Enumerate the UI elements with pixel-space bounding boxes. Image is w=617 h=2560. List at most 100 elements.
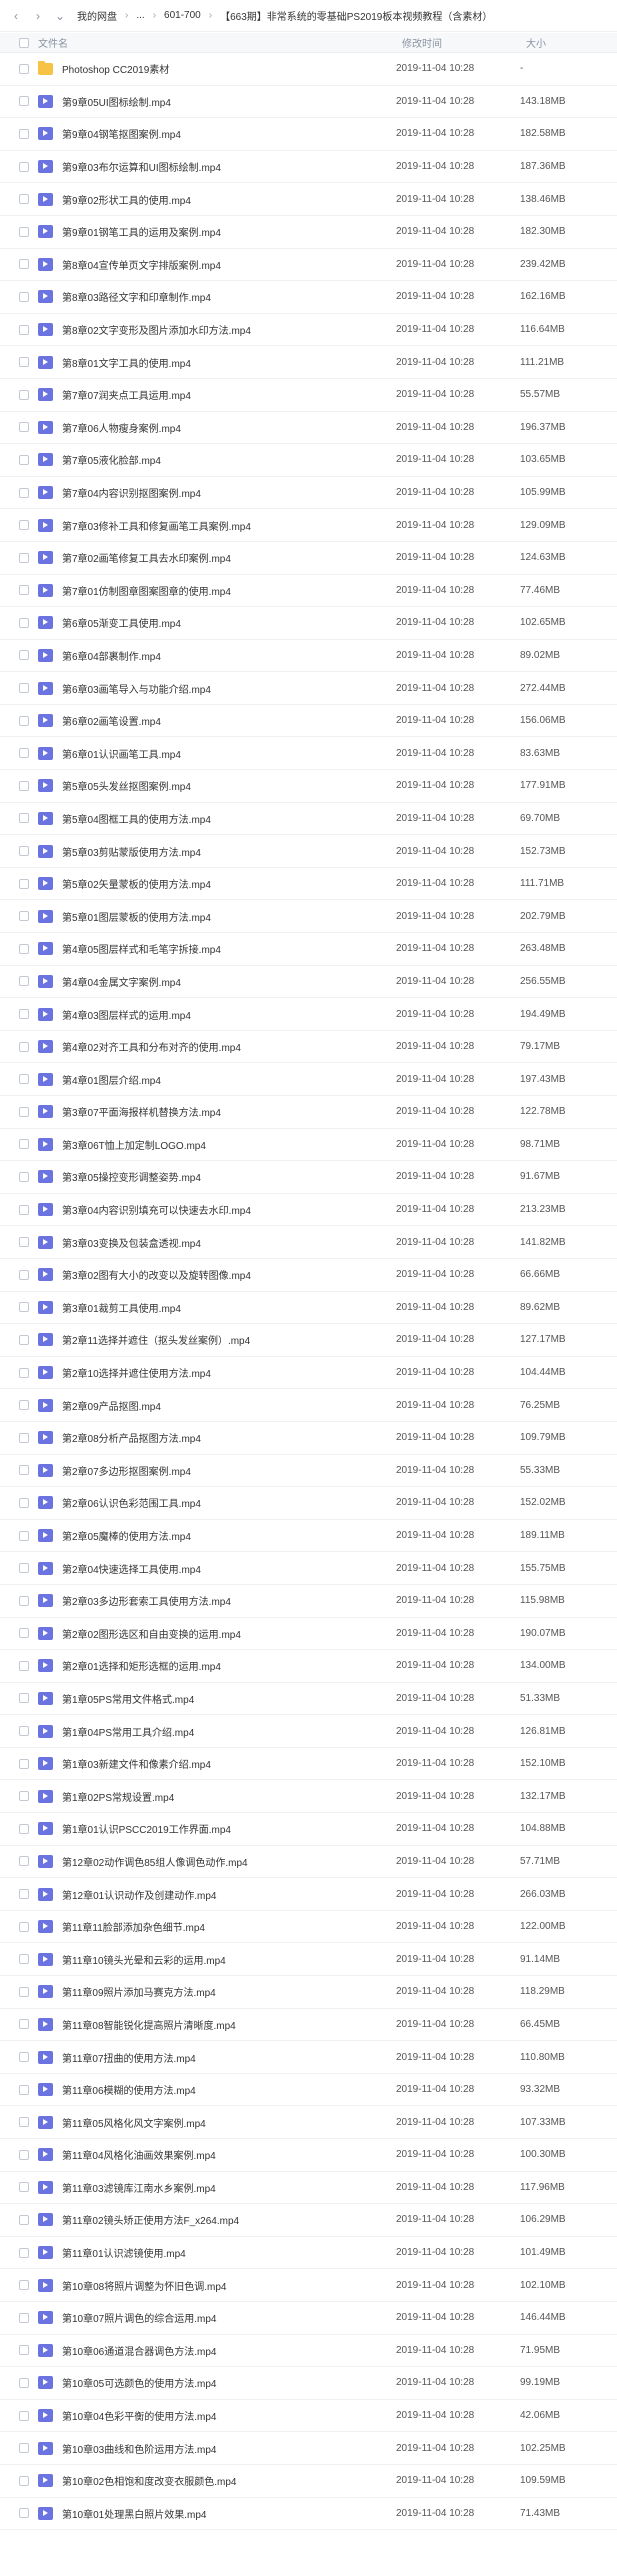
row-checkbox[interactable] xyxy=(19,389,29,400)
file-name[interactable]: 第1章05PS常用文件格式.mp4 xyxy=(56,1691,396,1706)
table-row[interactable]: 第5章03剪贴蒙版使用方法.mp4 2019-11-04 10:28 152.73M… xyxy=(0,835,617,868)
file-name[interactable]: 第10章05可选颜色的使用方法.mp4 xyxy=(56,2375,396,2390)
file-name[interactable]: 第2章07多边形抠图案例.mp4 xyxy=(56,1463,396,1478)
file-name[interactable]: 第9章04钢笔抠图案例.mp4 xyxy=(56,126,396,141)
table-row[interactable]: 第1章05PS常用文件格式.mp4 2019-11-04 10:28 51.33MB xyxy=(0,1683,617,1716)
row-checkbox[interactable] xyxy=(19,128,29,139)
file-name[interactable]: 第3章04内容识别填充可以快速去水印.mp4 xyxy=(56,1202,396,1217)
file-name[interactable]: 第10章03曲线和色阶运用方法.mp4 xyxy=(56,2441,396,2456)
table-row[interactable]: 第3章04内容识别填充可以快速去水印.mp4 2019-11-04 10:28 21… xyxy=(0,1194,617,1227)
row-checkbox[interactable] xyxy=(19,2410,29,2421)
row-checkbox[interactable] xyxy=(19,96,29,107)
file-name[interactable]: 第5章01图层蒙板的使用方法.mp4 xyxy=(56,909,396,924)
row-checkbox[interactable] xyxy=(19,683,29,694)
row-checkbox[interactable] xyxy=(19,2280,29,2291)
table-row[interactable]: 第7章05液化脸部.mp4 2019-11-04 10:28 103.65MB xyxy=(0,444,617,477)
row-checkbox[interactable] xyxy=(19,259,29,270)
table-row[interactable]: 第9章05UI图标绘制.mp4 2019-11-04 10:28 143.18MB xyxy=(0,86,617,119)
row-checkbox[interactable] xyxy=(19,813,29,824)
row-checkbox[interactable] xyxy=(19,2247,29,2258)
file-name[interactable]: 第8章04宣传单页文字排版案例.mp4 xyxy=(56,257,396,272)
table-row[interactable]: 第6章04部裹制作.mp4 2019-11-04 10:28 89.02MB xyxy=(0,640,617,673)
file-name[interactable]: 第3章01裁剪工具使用.mp4 xyxy=(56,1300,396,1315)
file-name[interactable]: 第3章02图有大小的改变以及旋转图像.mp4 xyxy=(56,1267,396,1282)
row-checkbox[interactable] xyxy=(19,63,29,74)
row-checkbox[interactable] xyxy=(19,1497,29,1508)
file-name[interactable]: 第8章02文字变形及图片添加水印方法.mp4 xyxy=(56,322,396,337)
row-checkbox[interactable] xyxy=(19,2052,29,2063)
file-name[interactable]: 第12章01认识动作及创建动作.mp4 xyxy=(56,1887,396,1902)
file-name[interactable]: 第7章06人物瘦身案例.mp4 xyxy=(56,420,396,435)
table-row[interactable]: 第10章06通道混合器调色方法.mp4 2019-11-04 10:28 71.95… xyxy=(0,2335,617,2368)
row-checkbox[interactable] xyxy=(19,1726,29,1737)
row-checkbox[interactable] xyxy=(19,552,29,563)
table-row[interactable]: 第4章03图层样式的运用.mp4 2019-11-04 10:28 194.49MB xyxy=(0,998,617,1031)
row-checkbox[interactable] xyxy=(19,324,29,335)
file-name[interactable]: 第5章04图框工具的使用方法.mp4 xyxy=(56,811,396,826)
chevron-down-icon[interactable]: ⌄ xyxy=(52,8,68,24)
file-name[interactable]: 第7章03修补工具和修复画笔工具案例.mp4 xyxy=(56,518,396,533)
table-row[interactable]: 第7章07润夹点工具运用.mp4 2019-11-04 10:28 55.57MB xyxy=(0,379,617,412)
row-checkbox[interactable] xyxy=(19,650,29,661)
row-checkbox[interactable] xyxy=(19,1563,29,1574)
row-checkbox[interactable] xyxy=(19,520,29,531)
row-checkbox[interactable] xyxy=(19,1856,29,1867)
row-checkbox[interactable] xyxy=(19,1041,29,1052)
file-name[interactable]: 第11章11脸部添加杂色细节.mp4 xyxy=(56,1919,396,1934)
file-name[interactable]: 第11章07扭曲的使用方法.mp4 xyxy=(56,2050,396,2065)
file-name[interactable]: 第9章03布尔运算和UI图标绘制.mp4 xyxy=(56,159,396,174)
row-checkbox[interactable] xyxy=(19,1204,29,1215)
file-name[interactable]: 第1章02PS常规设置.mp4 xyxy=(56,1789,396,1804)
file-name[interactable]: 第9章02形状工具的使用.mp4 xyxy=(56,192,396,207)
file-name[interactable]: 第8章01文字工具的使用.mp4 xyxy=(56,355,396,370)
row-checkbox[interactable] xyxy=(19,976,29,987)
table-row[interactable]: 第10章08将照片调整为怀旧色调.mp4 2019-11-04 10:28 102.… xyxy=(0,2269,617,2302)
table-row[interactable]: 第10章01处理黑白照片效果.mp4 2019-11-04 10:28 71.43M… xyxy=(0,2498,617,2531)
file-name[interactable]: 第2章01选择和矩形选框的运用.mp4 xyxy=(56,1658,396,1673)
row-checkbox[interactable] xyxy=(19,1367,29,1378)
row-checkbox[interactable] xyxy=(19,2149,29,2160)
file-name[interactable]: 第5章03剪贴蒙版使用方法.mp4 xyxy=(56,844,396,859)
breadcrumb-item-root[interactable]: 我的网盘 xyxy=(74,8,120,23)
table-row[interactable]: 第10章02色相饱和度改变衣服颜色.mp4 2019-11-04 10:28 109… xyxy=(0,2465,617,2498)
table-row[interactable]: 第1章01认识PSCC2019工作界面.mp4 2019-11-04 10:28 1… xyxy=(0,1813,617,1846)
row-checkbox[interactable] xyxy=(19,846,29,857)
table-row[interactable]: 第1章02PS常规设置.mp4 2019-11-04 10:28 132.17MB xyxy=(0,1780,617,1814)
table-row[interactable]: 第4章02对齐工具和分布对齐的使用.mp4 2019-11-04 10:28 79.… xyxy=(0,1031,617,1064)
file-name[interactable]: 第11章10镜头光晕和云彩的运用.mp4 xyxy=(56,1952,396,1967)
table-row[interactable]: 第8章03路径文字和印章制作.mp4 2019-11-04 10:28 162.16… xyxy=(0,281,617,314)
table-row[interactable]: 第12章02动作调色85组人像调色动作.mp4 2019-11-04 10:28 5… xyxy=(0,1846,617,1879)
file-name[interactable]: 第5章02矢量蒙板的使用方法.mp4 xyxy=(56,876,396,891)
file-name[interactable]: 第11章05风格化风文字案例.mp4 xyxy=(56,2115,396,2130)
row-checkbox[interactable] xyxy=(19,1302,29,1313)
table-row[interactable]: 第2章07多边形抠图案例.mp4 2019-11-04 10:28 55.33MB xyxy=(0,1455,617,1488)
file-name[interactable]: 第10章04色彩平衡的使用方法.mp4 xyxy=(56,2408,396,2423)
file-name[interactable]: 第2章04快速选择工具使用.mp4 xyxy=(56,1561,396,1576)
table-row[interactable]: 第7章02画笔修复工具去水印案例.mp4 2019-11-04 10:28 124.… xyxy=(0,542,617,575)
file-name[interactable]: 第10章06通道混合器调色方法.mp4 xyxy=(56,2343,396,2358)
select-all-checkbox[interactable] xyxy=(19,37,29,48)
file-name[interactable]: 第10章08将照片调整为怀旧色调.mp4 xyxy=(56,2278,396,2293)
row-checkbox[interactable] xyxy=(19,1693,29,1704)
row-checkbox[interactable] xyxy=(19,1889,29,1900)
row-checkbox[interactable] xyxy=(19,454,29,465)
table-row[interactable]: 第9章02形状工具的使用.mp4 2019-11-04 10:28 138.46MB xyxy=(0,183,617,216)
table-row[interactable]: 第1章04PS常用工具介绍.mp4 2019-11-04 10:28 126.81M… xyxy=(0,1715,617,1748)
file-name[interactable]: 第3章06T恤上加定制LOGO.mp4 xyxy=(56,1137,396,1152)
table-row[interactable]: 第11章03滤镜库江南水乡案例.mp4 2019-11-04 10:28 117.9… xyxy=(0,2172,617,2205)
file-name[interactable]: 第2章03多边形套索工具使用方法.mp4 xyxy=(56,1593,396,1608)
table-row[interactable]: 第8章02文字变形及图片添加水印方法.mp4 2019-11-04 10:28 11… xyxy=(0,314,617,347)
file-name[interactable]: 第7章04内容识别抠图案例.mp4 xyxy=(56,485,396,500)
row-checkbox[interactable] xyxy=(19,878,29,889)
row-checkbox[interactable] xyxy=(19,422,29,433)
file-name[interactable]: 第11章06模糊的使用方法.mp4 xyxy=(56,2082,396,2097)
file-name[interactable]: 第6章01认识画笔工具.mp4 xyxy=(56,746,396,761)
row-checkbox[interactable] xyxy=(19,617,29,628)
row-checkbox[interactable] xyxy=(19,291,29,302)
table-row[interactable]: 第7章03修补工具和修复画笔工具案例.mp4 2019-11-04 10:28 12… xyxy=(0,509,617,542)
table-row[interactable]: 第3章03变换及包装盒透视.mp4 2019-11-04 10:28 141.82M… xyxy=(0,1226,617,1259)
file-name[interactable]: 第2章05魔棒的使用方法.mp4 xyxy=(56,1528,396,1543)
table-row[interactable]: 第2章09产品抠图.mp4 2019-11-04 10:28 76.25MB xyxy=(0,1389,617,1422)
row-checkbox[interactable] xyxy=(19,2377,29,2388)
row-checkbox[interactable] xyxy=(19,1954,29,1965)
